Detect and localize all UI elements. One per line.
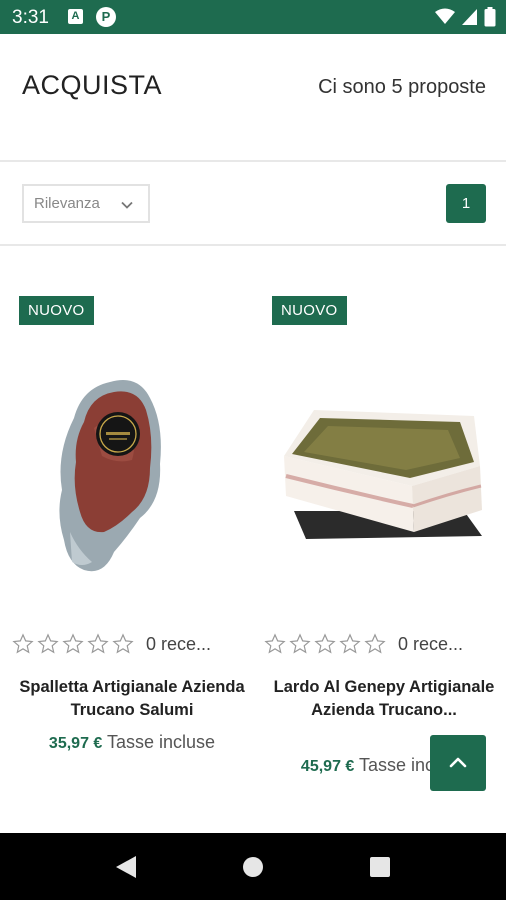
new-badge: NUOVO (272, 296, 347, 325)
lardo-block-photo[interactable] (264, 336, 504, 596)
notification-p-icon: P (96, 7, 116, 27)
scroll-to-top-button[interactable] (430, 735, 486, 791)
star-icon (339, 633, 361, 654)
star-icon (264, 633, 286, 654)
rating-row: 0 rece... (12, 632, 252, 656)
star-icon (37, 633, 59, 654)
recents-icon[interactable] (370, 857, 390, 877)
tax-label: Tasse incluse (107, 732, 216, 752)
product-price: 45,97 € (300, 758, 355, 775)
home-icon[interactable] (242, 856, 264, 878)
product-name[interactable]: Lardo Al Genepy Artigianale Azienda Truc… (264, 676, 504, 722)
page-header: ACQUISTA Ci sono 5 proposte (0, 34, 506, 162)
price-row: 35,97 € Tasse incluse (12, 732, 252, 753)
header-divider (0, 160, 506, 162)
battery-icon (484, 7, 496, 27)
navigation-bar (0, 833, 506, 900)
product-price: 35,97 € (48, 735, 103, 752)
rating-stars[interactable] (264, 633, 386, 655)
rating-row: 0 rece... (264, 632, 504, 656)
chevron-up-icon (449, 757, 467, 768)
rating-stars[interactable] (12, 633, 134, 655)
toolbar-divider (0, 244, 506, 246)
review-count[interactable]: 0 rece... (146, 634, 224, 655)
signal-icon (462, 9, 477, 25)
sort-selected-value: Rilevanza (34, 195, 100, 212)
star-icon (364, 633, 386, 654)
page-button-1[interactable]: 1 (446, 184, 486, 223)
cured-ham-photo[interactable] (12, 336, 252, 596)
page-title: ACQUISTA (22, 70, 163, 100)
review-count[interactable]: 0 rece... (398, 634, 476, 655)
status-time: 3:31 (12, 7, 49, 28)
wifi-icon (435, 8, 455, 24)
notification-a-icon: A (68, 9, 83, 24)
back-icon[interactable] (114, 854, 138, 880)
status-icons (435, 7, 496, 27)
star-icon (62, 633, 84, 654)
new-badge: NUOVO (19, 296, 94, 325)
star-icon (87, 633, 109, 654)
star-icon (112, 633, 134, 654)
star-icon (289, 633, 311, 654)
star-icon (12, 633, 34, 654)
sort-select[interactable]: Rilevanza (22, 184, 150, 223)
star-icon (314, 633, 336, 654)
product-name[interactable]: Spalletta Artigianale Azienda Trucano Sa… (12, 676, 252, 722)
proposal-count: Ci sono 5 proposte (318, 76, 486, 98)
status-bar: 3:31 A P (0, 0, 506, 34)
chevron-down-icon (121, 201, 133, 209)
